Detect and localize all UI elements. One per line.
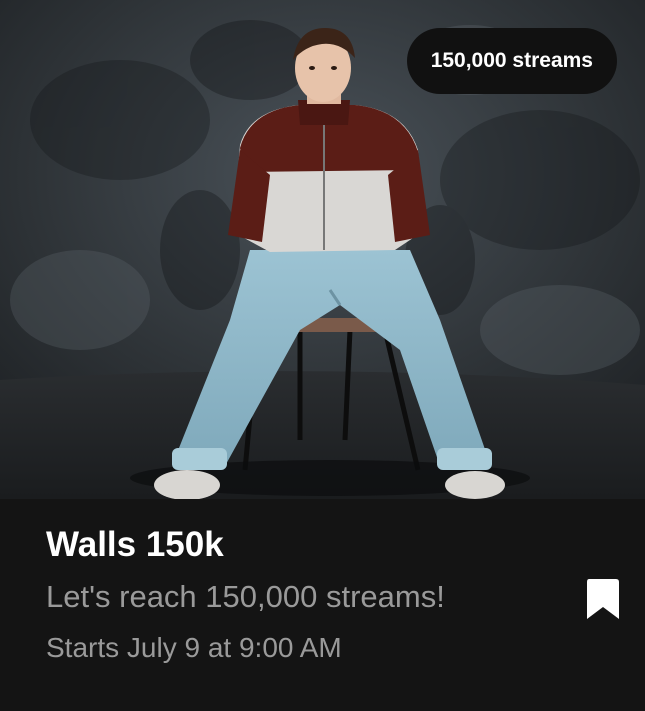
cover-image: 150,000 streams [0, 0, 645, 499]
bookmark-icon[interactable] [585, 577, 621, 621]
event-title: Walls 150k [46, 525, 224, 564]
event-details: Walls 150k Let's reach 150,000 streams! … [0, 499, 645, 711]
streams-goal-badge: 150,000 streams [406, 28, 617, 94]
event-start-time: Starts July 9 at 9:00 AM [46, 632, 342, 663]
event-card[interactable]: 150,000 streams Walls 150k Let's reach 1… [0, 0, 645, 711]
event-subtitle: Let's reach 150,000 streams! [46, 579, 445, 614]
